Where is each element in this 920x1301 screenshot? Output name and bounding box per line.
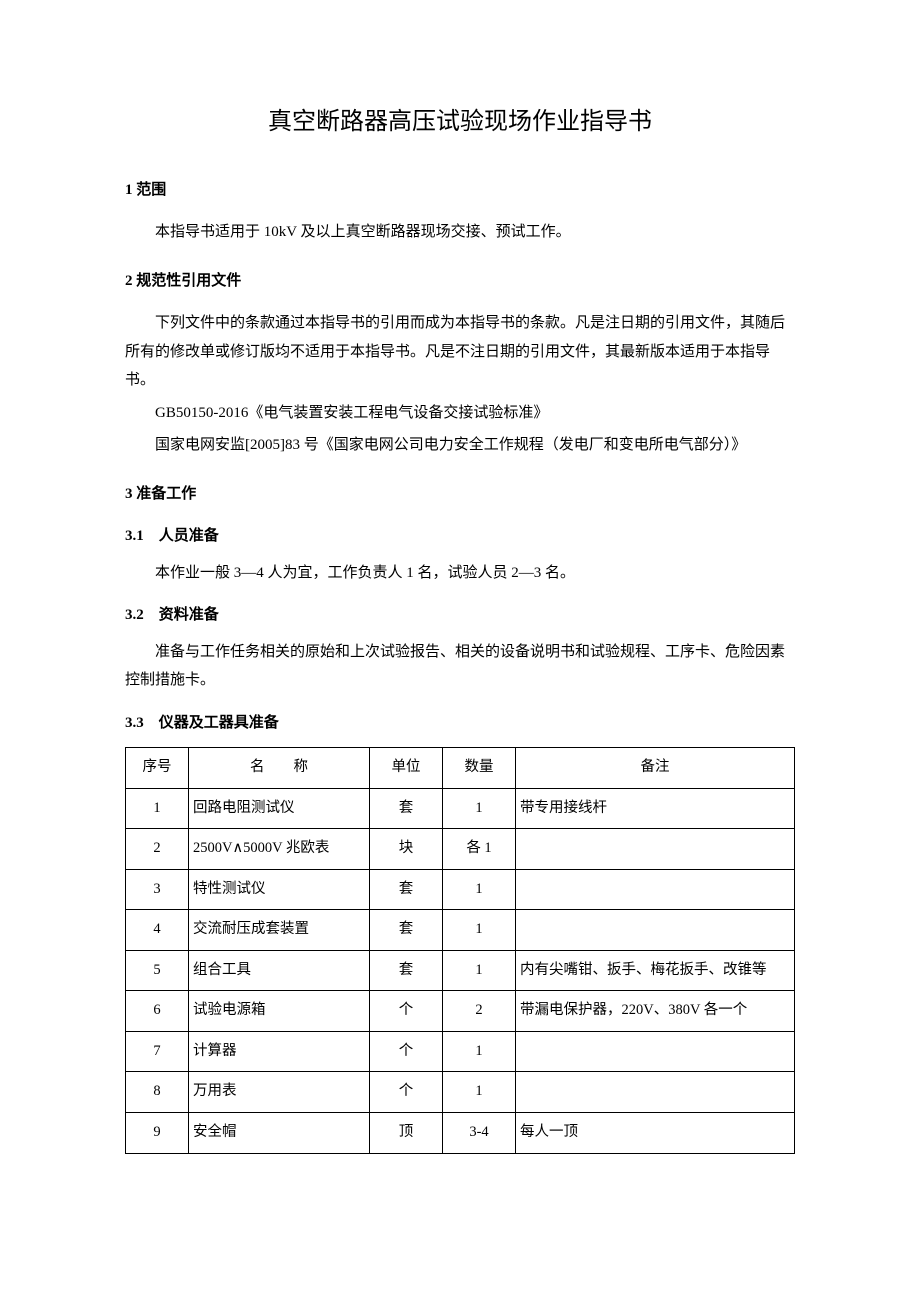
table-row: 3 特性测试仪 套 1 xyxy=(126,869,795,910)
table-row: 2 2500V∧5000V 兆欧表 块 各 1 xyxy=(126,829,795,870)
section-3-2-heading: 3.2 资料准备 xyxy=(125,601,795,630)
section-2-paragraph-2: GB50150-2016《电气装置安装工程电气设备交接试验标准》 xyxy=(125,399,795,428)
header-name: 名称 xyxy=(189,748,370,789)
cell-qty: 3-4 xyxy=(443,1113,516,1154)
section-2-paragraph-1: 下列文件中的条款通过本指导书的引用而成为本指导书的条款。凡是注日期的引用文件，其… xyxy=(125,309,795,395)
cell-index: 2 xyxy=(126,829,189,870)
section-3-2-paragraph: 准备与工作任务相关的原始和上次试验报告、相关的设备说明书和试验规程、工序卡、危险… xyxy=(125,638,795,695)
cell-qty: 1 xyxy=(443,788,516,829)
cell-remark: 每人一顶 xyxy=(516,1113,795,1154)
table-row: 1 回路电阻测试仪 套 1 带专用接线杆 xyxy=(126,788,795,829)
cell-name: 安全帽 xyxy=(189,1113,370,1154)
cell-qty: 各 1 xyxy=(443,829,516,870)
header-unit: 单位 xyxy=(370,748,443,789)
cell-remark xyxy=(516,1072,795,1113)
cell-name: 2500V∧5000V 兆欧表 xyxy=(189,829,370,870)
cell-remark xyxy=(516,829,795,870)
cell-index: 3 xyxy=(126,869,189,910)
section-1-heading: 1 范围 xyxy=(125,176,795,205)
cell-qty: 1 xyxy=(443,1072,516,1113)
cell-index: 4 xyxy=(126,910,189,951)
cell-name: 交流耐压成套装置 xyxy=(189,910,370,951)
section-3-1-heading: 3.1 人员准备 xyxy=(125,522,795,551)
section-3-3-heading: 3.3 仪器及工器具准备 xyxy=(125,709,795,738)
cell-name: 回路电阻测试仪 xyxy=(189,788,370,829)
cell-index: 1 xyxy=(126,788,189,829)
cell-remark xyxy=(516,1031,795,1072)
table-row: 5 组合工具 套 1 内有尖嘴钳、扳手、梅花扳手、改锥等 xyxy=(126,950,795,991)
table-header-row: 序号 名称 单位 数量 备注 xyxy=(126,748,795,789)
cell-qty: 1 xyxy=(443,869,516,910)
table-row: 7 计算器 个 1 xyxy=(126,1031,795,1072)
cell-unit: 个 xyxy=(370,1031,443,1072)
cell-name: 试验电源箱 xyxy=(189,991,370,1032)
cell-index: 8 xyxy=(126,1072,189,1113)
header-index: 序号 xyxy=(126,748,189,789)
cell-remark xyxy=(516,910,795,951)
cell-name: 万用表 xyxy=(189,1072,370,1113)
equipment-table: 序号 名称 单位 数量 备注 1 回路电阻测试仪 套 1 带专用接线杆 2 25… xyxy=(125,747,795,1153)
table-row: 8 万用表 个 1 xyxy=(126,1072,795,1113)
cell-index: 6 xyxy=(126,991,189,1032)
cell-name: 计算器 xyxy=(189,1031,370,1072)
cell-qty: 2 xyxy=(443,991,516,1032)
cell-index: 9 xyxy=(126,1113,189,1154)
cell-qty: 1 xyxy=(443,910,516,951)
section-2-paragraph-3: 国家电网安监[2005]83 号《国家电网公司电力安全工作规程（发电厂和变电所电… xyxy=(125,431,795,460)
cell-remark xyxy=(516,869,795,910)
cell-unit: 顶 xyxy=(370,1113,443,1154)
cell-name: 特性测试仪 xyxy=(189,869,370,910)
table-body: 1 回路电阻测试仪 套 1 带专用接线杆 2 2500V∧5000V 兆欧表 块… xyxy=(126,788,795,1153)
cell-unit: 套 xyxy=(370,950,443,991)
section-2-heading: 2 规范性引用文件 xyxy=(125,267,795,296)
cell-remark: 带漏电保护器，220V、380V 各一个 xyxy=(516,991,795,1032)
cell-name: 组合工具 xyxy=(189,950,370,991)
table-row: 9 安全帽 顶 3-4 每人一顶 xyxy=(126,1113,795,1154)
cell-unit: 个 xyxy=(370,991,443,1032)
table-row: 6 试验电源箱 个 2 带漏电保护器，220V、380V 各一个 xyxy=(126,991,795,1032)
cell-unit: 套 xyxy=(370,788,443,829)
cell-index: 7 xyxy=(126,1031,189,1072)
cell-index: 5 xyxy=(126,950,189,991)
cell-unit: 套 xyxy=(370,869,443,910)
cell-unit: 个 xyxy=(370,1072,443,1113)
section-3-heading: 3 准备工作 xyxy=(125,480,795,509)
section-1-paragraph: 本指导书适用于 10kV 及以上真空断路器现场交接、预试工作。 xyxy=(125,218,795,247)
cell-qty: 1 xyxy=(443,950,516,991)
header-qty: 数量 xyxy=(443,748,516,789)
cell-qty: 1 xyxy=(443,1031,516,1072)
cell-unit: 块 xyxy=(370,829,443,870)
header-remark: 备注 xyxy=(516,748,795,789)
document-title: 真空断路器高压试验现场作业指导书 xyxy=(125,100,795,146)
cell-remark: 带专用接线杆 xyxy=(516,788,795,829)
section-3-1-paragraph: 本作业一般 3—4 人为宜，工作负责人 1 名，试验人员 2—3 名。 xyxy=(125,559,795,588)
header-name-text: 名称 xyxy=(221,759,337,775)
table-row: 4 交流耐压成套装置 套 1 xyxy=(126,910,795,951)
cell-remark: 内有尖嘴钳、扳手、梅花扳手、改锥等 xyxy=(516,950,795,991)
document-page: 真空断路器高压试验现场作业指导书 1 范围 本指导书适用于 10kV 及以上真空… xyxy=(0,0,920,1301)
cell-unit: 套 xyxy=(370,910,443,951)
